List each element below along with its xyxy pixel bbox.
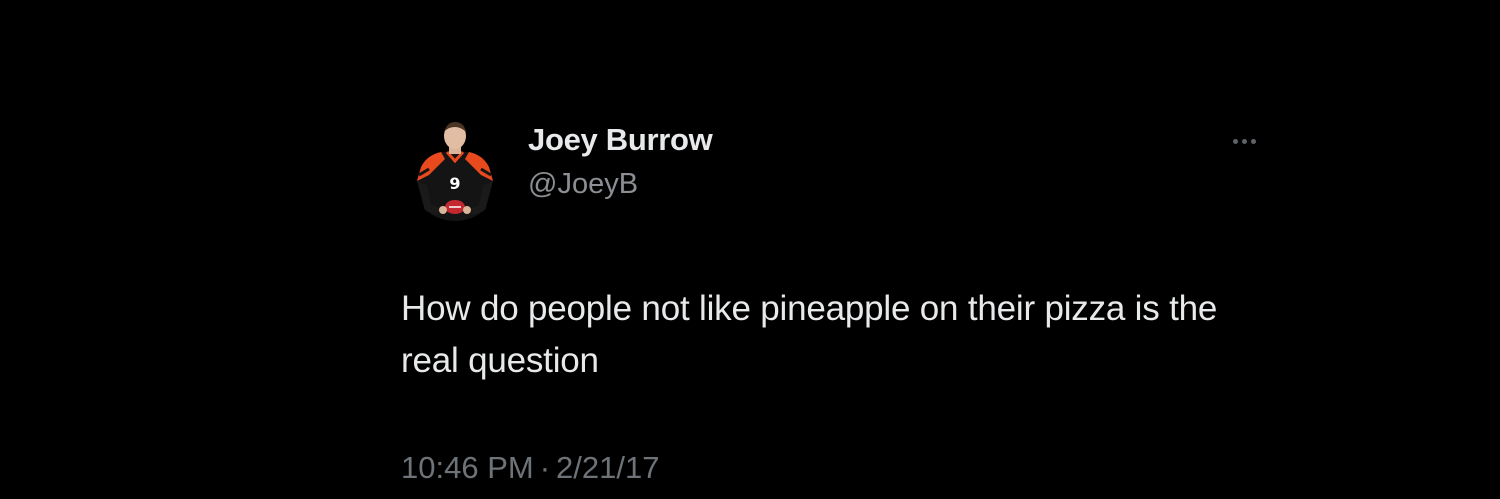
tweet-time[interactable]: 10:46 PM bbox=[401, 450, 534, 485]
tweet-timestamp[interactable]: 10:46 PM · 2/21/17 bbox=[401, 450, 659, 486]
author-handle[interactable]: @JoeyB bbox=[528, 168, 638, 201]
avatar[interactable]: 9 bbox=[407, 119, 503, 221]
tweet-date[interactable]: 2/21/17 bbox=[556, 450, 659, 485]
meta-separator: · bbox=[539, 450, 551, 485]
tweet-card: 9 Joey Burrow @JoeyB How do people not l… bbox=[0, 0, 1500, 499]
more-options-button[interactable] bbox=[1222, 126, 1266, 156]
author-display-name[interactable]: Joey Burrow bbox=[528, 122, 713, 158]
svg-text:9: 9 bbox=[449, 174, 460, 193]
tweet-text: How do people not like pineapple on thei… bbox=[401, 289, 1218, 380]
player-photo-icon: 9 bbox=[407, 119, 503, 221]
ellipsis-horizontal-icon bbox=[1231, 138, 1258, 144]
